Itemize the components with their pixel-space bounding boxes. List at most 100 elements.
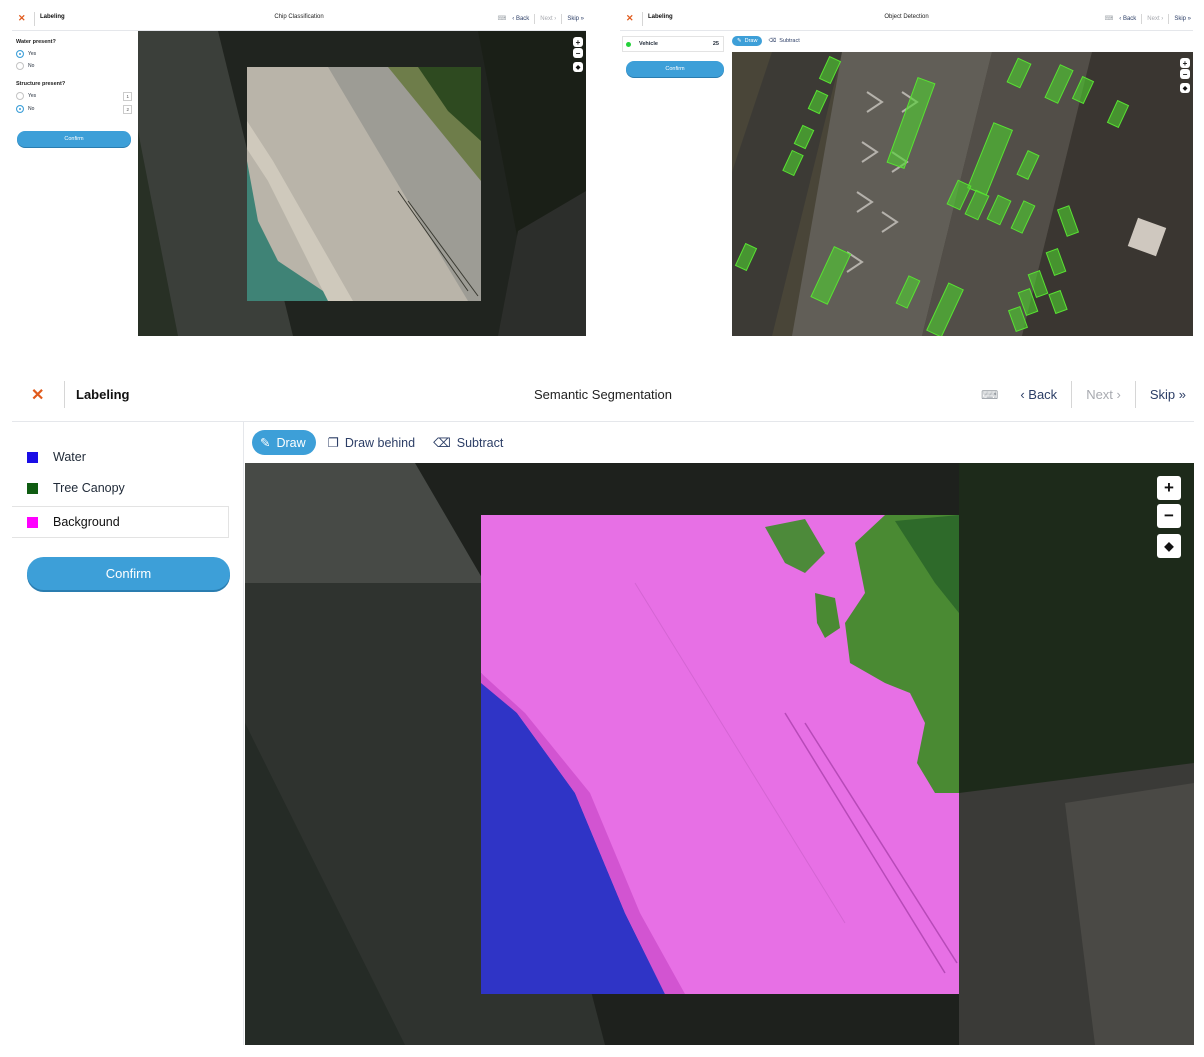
nav-divider xyxy=(1071,381,1073,408)
object-detection-panel: ✕ Labeling Object Detection ⌨ ‹ Back Nex… xyxy=(620,8,1193,336)
subtract-tool-button[interactable]: ⌫ Subtract xyxy=(768,38,799,44)
semantic-segmentation-panel: ✕ Labeling Semantic Segmentation ⌨ ‹ Bac… xyxy=(12,368,1194,1045)
map-canvas[interactable]: + − ◆ xyxy=(138,31,586,336)
radio-selected-icon[interactable] xyxy=(16,50,24,58)
class-label: Background xyxy=(53,515,120,529)
option-label: Yes xyxy=(28,51,37,57)
nav-divider xyxy=(1168,13,1170,24)
nav-divider xyxy=(534,13,536,24)
background-color-swatch xyxy=(27,516,38,528)
question-structure: Structure present? Yes 1 No 2 xyxy=(16,81,132,114)
tree-canopy-color-swatch xyxy=(27,482,38,494)
chip-classification-panel: ✕ Labeling Chip Classification ⌨ ‹ Back … xyxy=(12,8,586,336)
class-item-tree-canopy[interactable]: Tree Canopy xyxy=(12,473,243,503)
nav-divider xyxy=(1141,13,1143,24)
zoom-out-button[interactable]: − xyxy=(573,48,583,58)
radio-icon[interactable] xyxy=(16,62,24,70)
option-label: Yes xyxy=(28,93,37,99)
class-label: Tree Canopy xyxy=(53,481,125,495)
radio-selected-icon[interactable] xyxy=(16,105,24,113)
zoom-controls: + − ◆ xyxy=(1180,58,1190,93)
water-color-swatch xyxy=(27,451,38,463)
confirm-button[interactable]: Confirm xyxy=(626,61,724,77)
map-canvas[interactable]: + − ◆ xyxy=(732,52,1193,336)
vehicle-color-dot xyxy=(626,41,631,47)
option-yes[interactable]: Yes 1 xyxy=(16,91,132,101)
zoom-in-button[interactable]: + xyxy=(1180,58,1190,68)
class-sidebar: Water Tree Canopy Background Confirm xyxy=(12,422,244,1045)
option-yes[interactable]: Yes xyxy=(16,50,134,58)
zoom-out-button[interactable]: − xyxy=(1180,69,1190,79)
tool-label: Draw xyxy=(744,38,758,44)
nav-controls: ⌨ ‹ Back Next › Skip » xyxy=(981,381,1186,408)
back-button[interactable]: ‹ Back xyxy=(512,16,529,22)
nav-controls: ⌨ ‹ Back Next › Skip » xyxy=(498,13,584,24)
option-label: No xyxy=(28,63,35,69)
eraser-icon: ⌫ xyxy=(768,38,777,44)
zoom-in-button[interactable]: + xyxy=(573,37,583,47)
header-bar: ✕ Labeling Semantic Segmentation ⌨ ‹ Bac… xyxy=(12,368,1194,422)
zoom-controls: + − ◆ xyxy=(573,37,583,72)
draw-behind-icon: ❐ xyxy=(327,436,339,450)
class-count: 25 xyxy=(712,41,719,47)
tool-label: Subtract xyxy=(779,38,800,44)
image-chip xyxy=(247,67,481,301)
header-bar: ✕ Labeling Object Detection ⌨ ‹ Back Nex… xyxy=(620,8,1193,31)
layers-icon[interactable]: ◆ xyxy=(1157,534,1181,558)
layers-icon[interactable]: ◆ xyxy=(1180,83,1190,93)
option-label: No xyxy=(28,106,35,112)
draw-tool-button[interactable]: ✎ Draw xyxy=(732,36,763,46)
pencil-icon: ✎ xyxy=(260,436,271,450)
confirm-button[interactable]: Confirm xyxy=(17,131,131,147)
class-item-background[interactable]: Background xyxy=(12,506,229,538)
layers-icon[interactable]: ◆ xyxy=(573,62,583,72)
keyboard-icon[interactable]: ⌨ xyxy=(981,388,998,402)
zoom-controls: + − ◆ xyxy=(1157,476,1181,558)
radio-icon[interactable] xyxy=(16,92,24,100)
class-item-vehicle[interactable]: Vehicle 25 xyxy=(622,36,724,52)
aerial-imagery xyxy=(245,463,1194,1045)
draw-toolbar: ✎ Draw ❐ Draw behind ⌫ Subtract xyxy=(252,429,503,456)
nav-divider xyxy=(1134,381,1136,408)
keyboard-icon[interactable]: ⌨ xyxy=(1105,15,1114,22)
keyboard-icon[interactable]: ⌨ xyxy=(498,15,507,22)
skip-button[interactable]: Skip » xyxy=(1174,16,1191,22)
image-chip xyxy=(481,515,959,994)
subtract-tool-button[interactable]: ⌫ Subtract xyxy=(433,435,504,451)
header-bar: ✕ Labeling Chip Classification ⌨ ‹ Back … xyxy=(12,8,586,31)
question-label: Water present? xyxy=(16,39,56,45)
zoom-in-button[interactable]: + xyxy=(1157,476,1181,500)
class-item-water[interactable]: Water xyxy=(12,442,243,472)
question-sidebar: Water present? Yes No Structure present?… xyxy=(12,31,137,336)
tool-label: Draw xyxy=(276,435,306,450)
next-button[interactable]: Next › xyxy=(1086,387,1121,402)
class-sidebar: Vehicle 25 Confirm xyxy=(620,31,730,336)
eraser-icon: ⌫ xyxy=(433,436,451,450)
skip-button[interactable]: Skip » xyxy=(567,16,584,22)
zoom-out-button[interactable]: − xyxy=(1157,504,1181,528)
aerial-imagery xyxy=(732,52,1193,336)
back-button[interactable]: ‹ Back xyxy=(1119,16,1136,22)
back-button[interactable]: ‹ Back xyxy=(1020,387,1057,402)
tool-label: Draw behind xyxy=(344,435,416,450)
shortcut-key: 1 xyxy=(123,91,132,101)
next-button[interactable]: Next › xyxy=(540,16,556,22)
option-no[interactable]: No 2 xyxy=(16,104,132,114)
question-label: Structure present? xyxy=(16,81,66,87)
class-label: Water xyxy=(53,450,86,464)
aerial-imagery xyxy=(138,31,586,336)
option-no[interactable]: No xyxy=(16,62,134,70)
nav-controls: ⌨ ‹ Back Next › Skip » xyxy=(1105,13,1191,24)
confirm-button[interactable]: Confirm xyxy=(27,557,230,590)
map-canvas[interactable]: + − ◆ xyxy=(245,463,1194,1045)
draw-toolbar: ✎ Draw ⌫ Subtract xyxy=(732,33,800,49)
draw-behind-tool-button[interactable]: ❐ Draw behind xyxy=(327,435,416,451)
skip-button[interactable]: Skip » xyxy=(1150,387,1186,402)
tool-label: Subtract xyxy=(456,435,504,450)
shortcut-key: 2 xyxy=(123,104,132,114)
next-button[interactable]: Next › xyxy=(1147,16,1163,22)
class-label: Vehicle xyxy=(639,41,658,47)
draw-tool-button[interactable]: ✎ Draw xyxy=(252,430,316,455)
nav-divider xyxy=(561,13,563,24)
pencil-icon: ✎ xyxy=(737,38,742,44)
